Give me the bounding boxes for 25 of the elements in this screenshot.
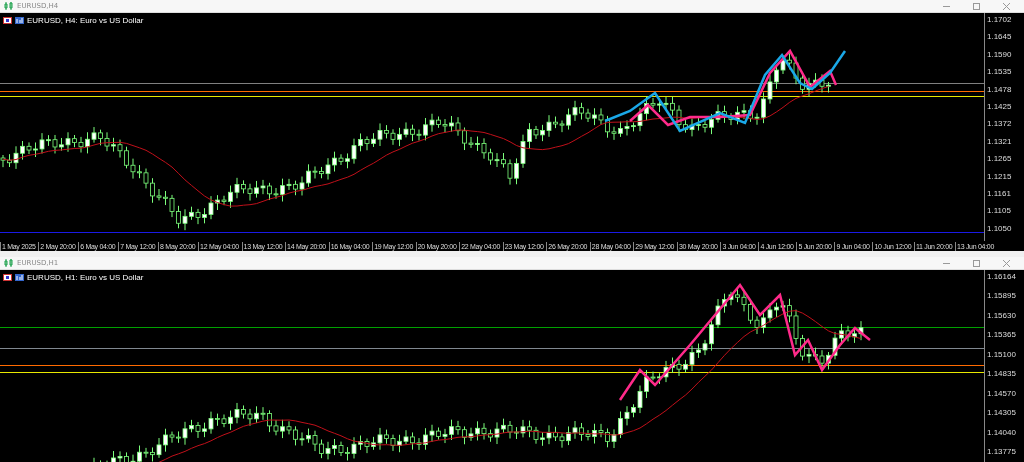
price-label: 1.1050: [987, 223, 1013, 233]
chart-title: EURUSD, H1: Euro vs US Dollar: [27, 273, 144, 282]
price-label: 1.1105: [987, 206, 1012, 216]
price-label: 1.1590: [987, 49, 1013, 59]
price-label: 1.15895: [987, 291, 1017, 301]
price-label: 1.14040: [987, 427, 1017, 437]
price-label: 1.14305: [987, 408, 1017, 418]
price-label: 1.1215: [987, 171, 1013, 181]
price-label: 1.15365: [987, 330, 1017, 340]
price-label: 1.14835: [987, 369, 1017, 379]
price-label: 1.14570: [987, 388, 1017, 398]
price-label: 1.1321: [987, 136, 1013, 146]
price-label: 1.1265: [987, 154, 1013, 164]
price-label: 1.1372: [987, 119, 1013, 129]
price-label: 1.1535: [987, 67, 1013, 77]
price-label: 1.1645: [987, 32, 1013, 42]
price-label: 1.1478: [987, 84, 1013, 94]
chart-title: EURUSD, H4: Euro vs US Dollar: [27, 16, 144, 25]
price-label: 1.13775: [987, 446, 1017, 456]
price-label: 1.1161: [987, 189, 1012, 199]
price-label: 1.16164: [987, 272, 1017, 281]
price-label: 1.1702: [987, 15, 1013, 24]
price-label: 1.15630: [987, 310, 1017, 320]
price-label: 1.15100: [987, 349, 1017, 359]
price-label: 1.1425: [987, 102, 1013, 112]
